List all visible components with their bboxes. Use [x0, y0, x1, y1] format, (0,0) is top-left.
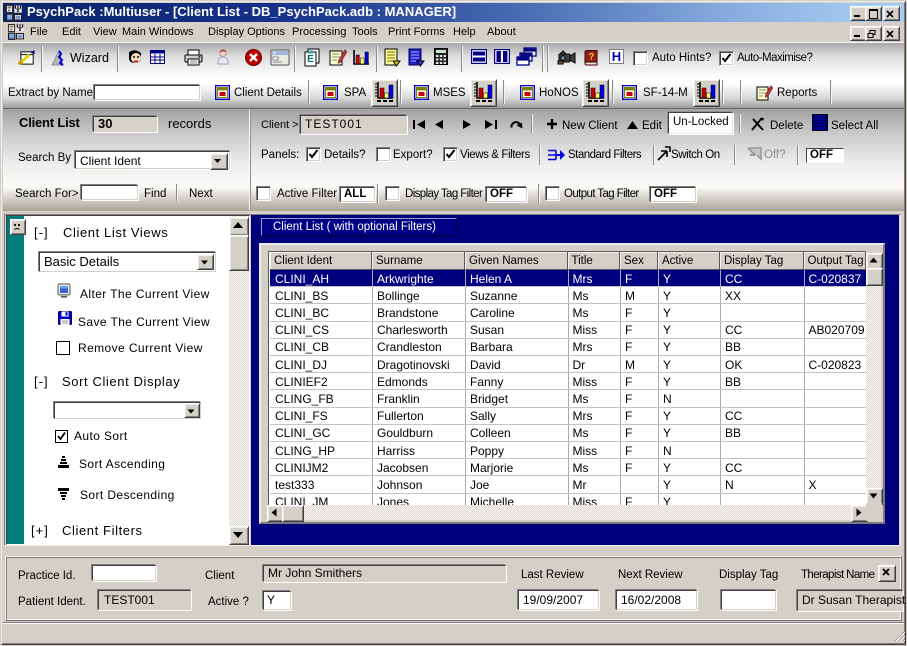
svg-text:H: H: [612, 49, 621, 64]
svg-text:Ψ: Ψ: [14, 5, 22, 15]
svg-text:Ψ: Ψ: [16, 24, 24, 34]
svg-text:E: E: [307, 54, 314, 65]
svg-text:?: ?: [589, 52, 595, 62]
